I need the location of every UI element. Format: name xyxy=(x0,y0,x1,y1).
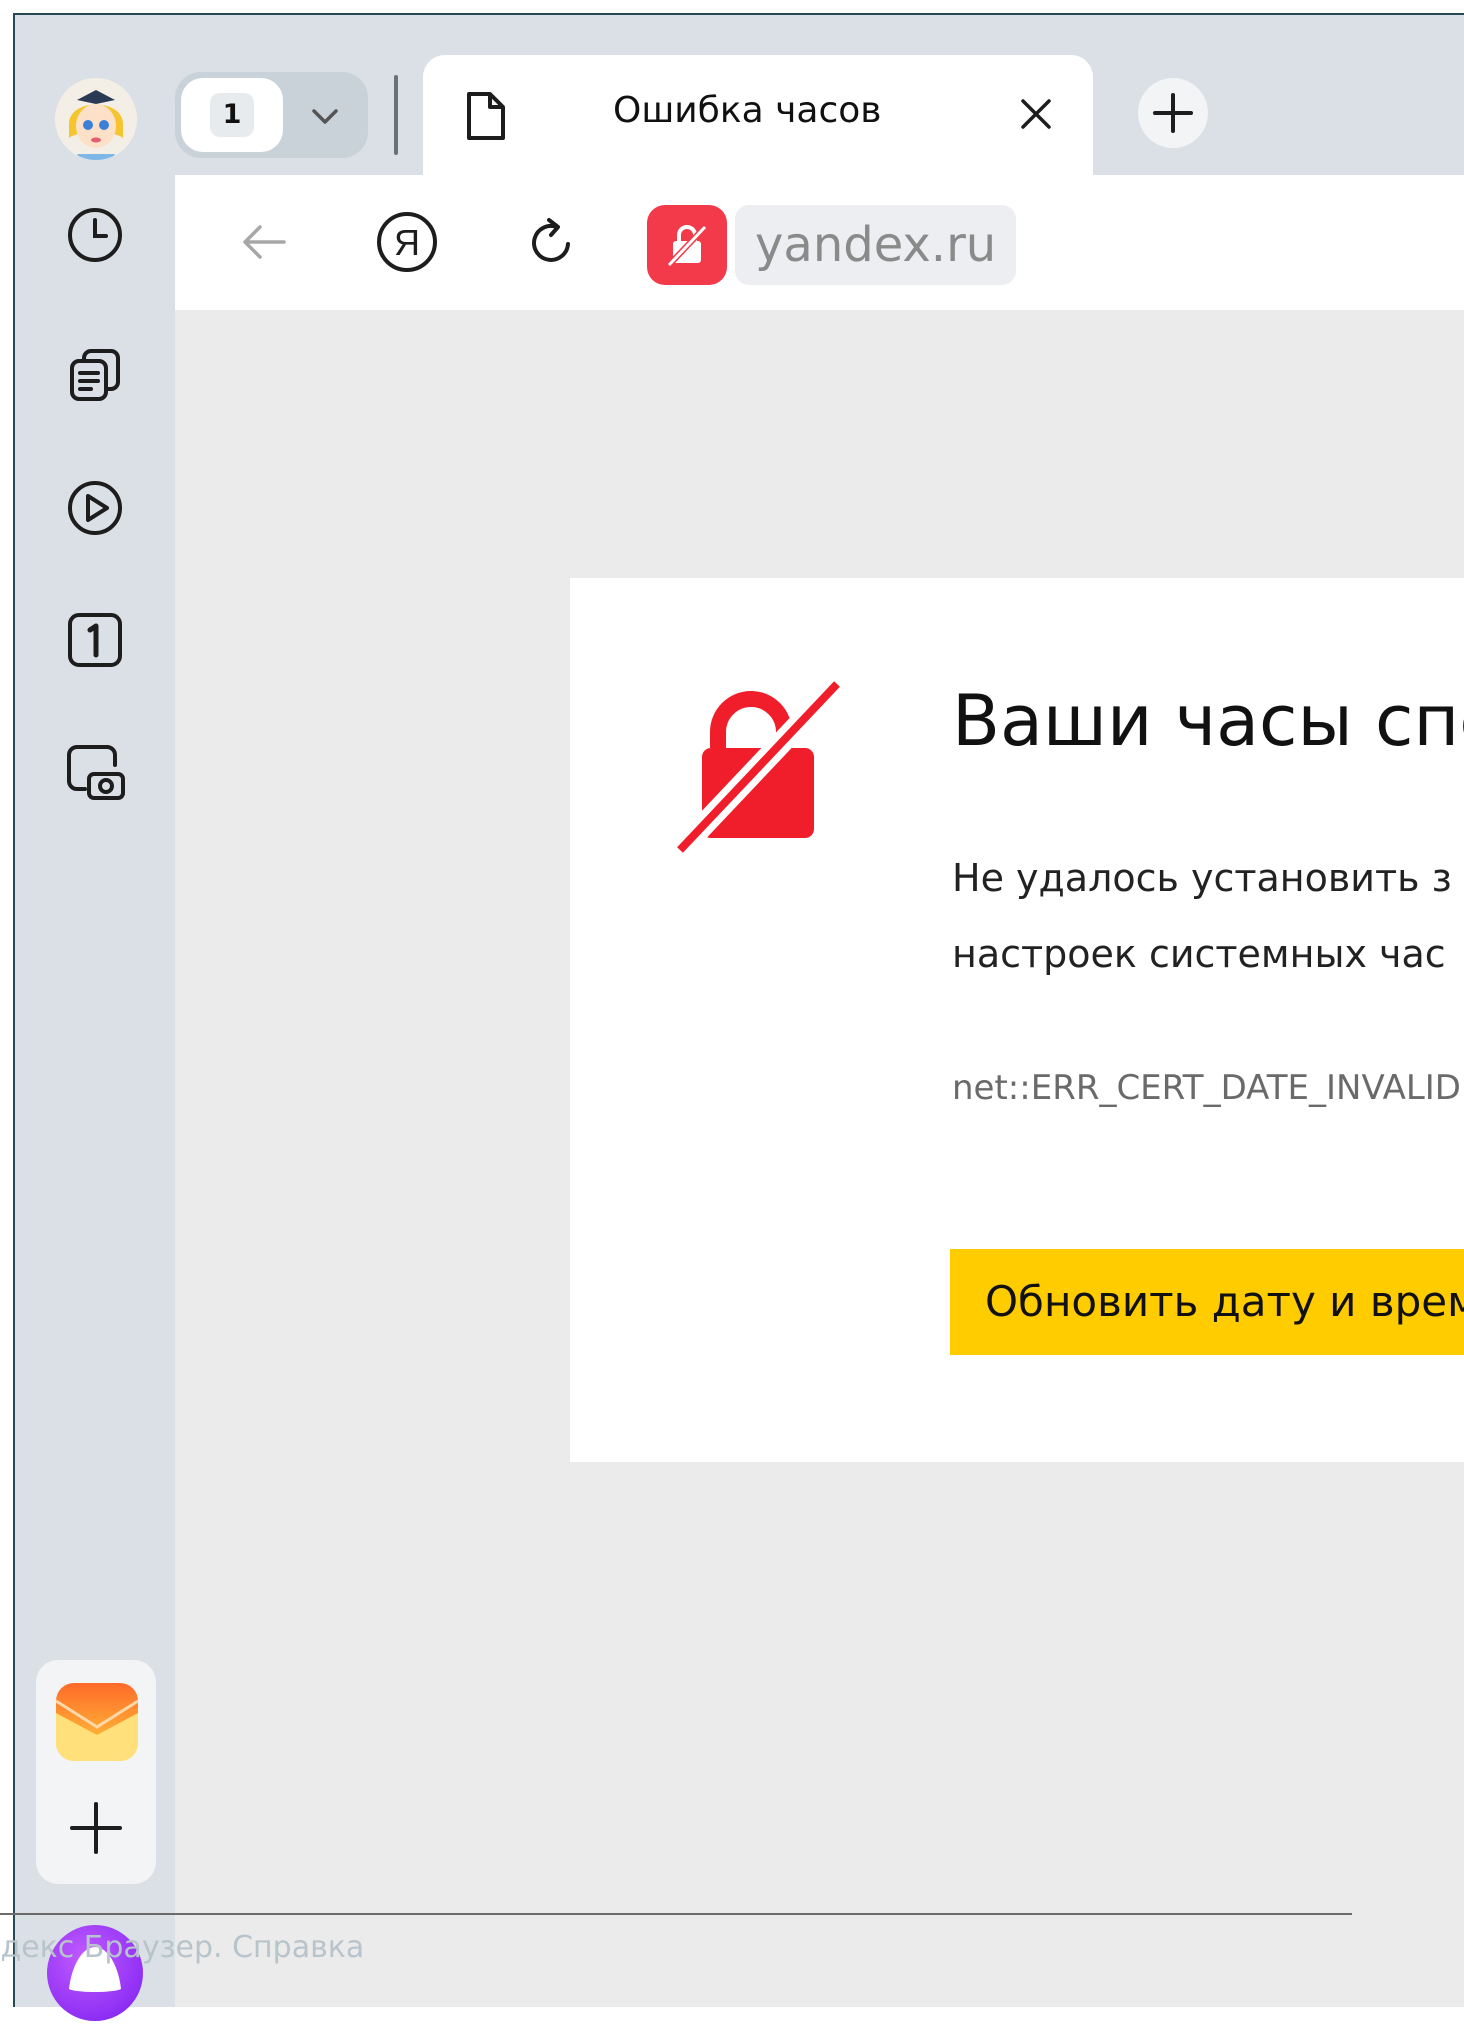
collections-icon[interactable] xyxy=(60,340,130,410)
reload-button[interactable] xyxy=(515,205,589,279)
tab-count: 1 xyxy=(210,93,254,137)
svg-text:Я: Я xyxy=(394,222,420,263)
insecure-lock-icon[interactable] xyxy=(647,205,727,285)
footer-divider xyxy=(0,1913,1352,1915)
back-button[interactable] xyxy=(227,205,301,279)
page-icon xyxy=(463,90,509,146)
chevron-down-icon xyxy=(305,96,345,140)
history-icon[interactable] xyxy=(60,200,130,270)
error-description-line: Не удалось установить з xyxy=(952,856,1452,900)
tab-separator xyxy=(394,75,398,155)
tab-active[interactable]: Ошибка часов xyxy=(423,55,1093,175)
help-link[interactable]: Яндекс Браузер. Справка xyxy=(0,1930,364,1965)
user-avatar[interactable] xyxy=(55,78,137,160)
yandex-home-icon[interactable]: Я xyxy=(370,205,444,279)
error-title: Ваши часы спе xyxy=(952,680,1464,762)
screenshot-camera-icon[interactable] xyxy=(60,738,130,808)
broken-lock-icon xyxy=(672,676,845,859)
error-description-line: настроек системных час xyxy=(952,932,1446,976)
mail-icon[interactable] xyxy=(55,1683,139,1761)
add-service-button[interactable] xyxy=(58,1790,134,1866)
tab-counter-button[interactable]: 1 xyxy=(175,72,368,158)
new-tab-button[interactable] xyxy=(1138,78,1208,148)
close-tab-icon[interactable] xyxy=(1013,91,1059,141)
tab-count-icon[interactable] xyxy=(60,605,130,675)
address-bar-host[interactable]: yandex.ru xyxy=(735,205,1017,285)
video-play-icon[interactable] xyxy=(60,473,130,543)
update-datetime-button[interactable]: Обновить дату и врем xyxy=(950,1249,1464,1355)
toolbar: Я yandex.ru xyxy=(175,175,1464,310)
tab-title: Ошибка часов xyxy=(613,90,882,131)
error-code: net::ERR_CERT_DATE_INVALID xyxy=(952,1068,1461,1108)
error-description: Не удалось установить з настроек системн… xyxy=(952,840,1464,992)
